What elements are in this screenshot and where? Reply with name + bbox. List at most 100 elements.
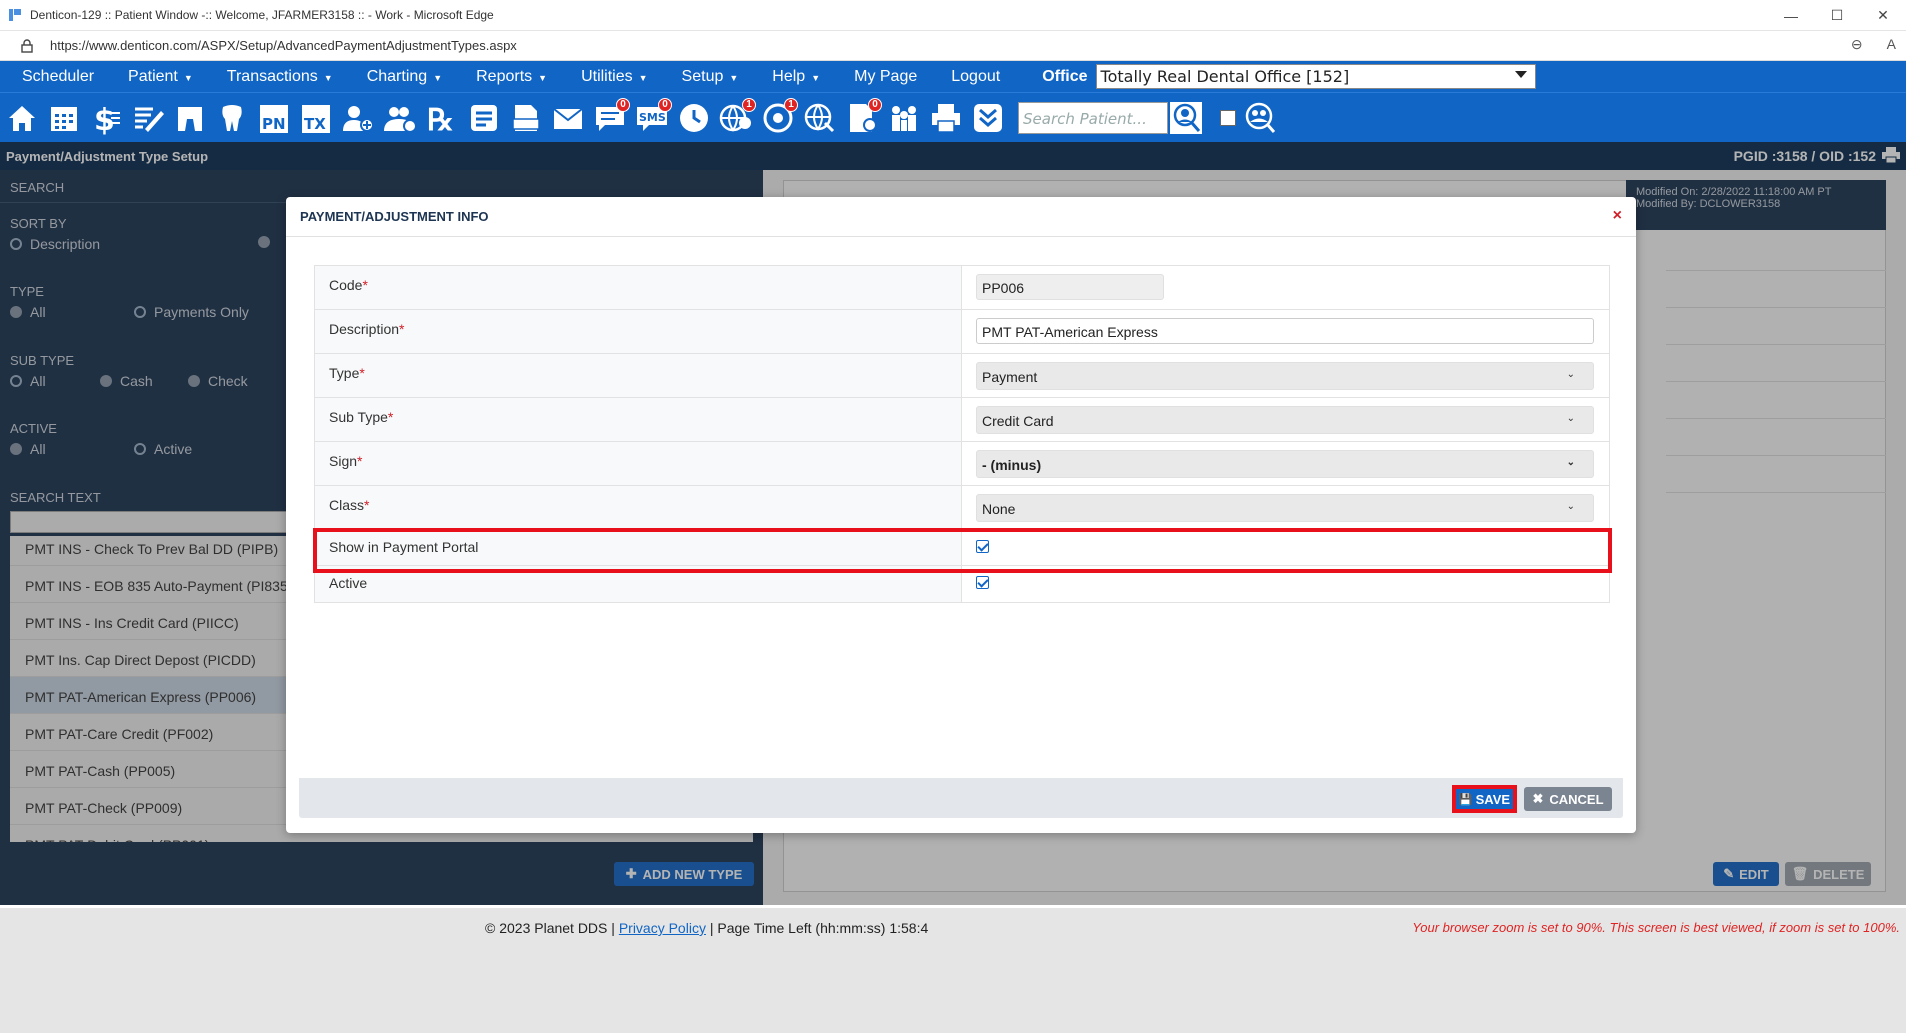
read-aloud-icon[interactable]: A — [1887, 36, 1896, 53]
type-label: Type — [329, 365, 360, 381]
prescription-icon[interactable]: ℞ — [424, 99, 460, 137]
payment-adjustment-modal: PAYMENT/ADJUSTMENT INFO × Code* PP006 De… — [286, 197, 1636, 833]
chevron-down-icon: ⌄ — [1566, 413, 1575, 424]
add-patient-icon[interactable] — [340, 99, 376, 137]
nav-setup[interactable]: Setup ▼ — [670, 68, 751, 86]
nav-reports[interactable]: Reports ▼ — [464, 68, 559, 86]
expand-icon[interactable] — [970, 99, 1006, 137]
caret-down-icon: ▼ — [538, 72, 548, 83]
modal-footer — [299, 778, 1623, 818]
sms-icon[interactable]: SMS 0 — [634, 97, 672, 137]
add-family-icon[interactable] — [382, 99, 418, 137]
cancel-button[interactable]: ✖ CANCEL — [1524, 787, 1612, 811]
class-label: Class — [329, 497, 365, 513]
dollar-icon[interactable]: $ — [88, 99, 124, 137]
globe-badge: 1 — [742, 97, 756, 112]
document-check-icon[interactable]: 0 — [844, 97, 882, 137]
caret-down-icon: ▼ — [729, 72, 739, 83]
nav-scheduler[interactable]: Scheduler — [10, 68, 106, 86]
family-icon[interactable] — [886, 99, 922, 137]
office-select[interactable]: Totally Real Dental Office [152] — [1095, 64, 1536, 89]
sign-select[interactable]: - (minus) ⌄ — [976, 450, 1594, 478]
chat-icon[interactable]: 0 — [592, 97, 630, 137]
doc-badge: 0 — [868, 97, 882, 112]
close-icon[interactable]: × — [1613, 207, 1622, 225]
subtype-label: Sub Type — [329, 409, 388, 425]
copyright-text: © 2023 Planet DDS | — [485, 920, 615, 936]
ledger-edit-icon[interactable] — [130, 99, 166, 137]
mail-icon[interactable] — [550, 99, 586, 137]
toolbar-checkbox[interactable] — [1220, 109, 1236, 126]
subtype-select[interactable]: Credit Card ⌄ — [976, 406, 1594, 434]
tooth-icon[interactable] — [214, 99, 250, 137]
window-title: Denticon-129 :: Patient Window -:: Welco… — [30, 8, 494, 22]
nav-transactions[interactable]: Transactions ▼ — [215, 68, 345, 86]
printer-icon[interactable] — [928, 99, 964, 137]
group-search-icon[interactable] — [1242, 99, 1278, 137]
nav-patient[interactable]: Patient ▼ — [116, 68, 205, 86]
web-icon[interactable] — [802, 99, 838, 137]
type-select[interactable]: Payment ⌄ — [976, 362, 1594, 390]
caret-down-icon: ▼ — [433, 72, 443, 83]
caret-down-icon: ▼ — [323, 72, 333, 83]
patient-search-input[interactable]: Search Patient... — [1018, 101, 1168, 134]
calendar-icon[interactable] — [46, 99, 82, 137]
active-checkbox[interactable] — [976, 576, 989, 589]
description-input[interactable]: PMT PAT-American Express — [976, 318, 1594, 344]
browser-title-bar: Denticon-129 :: Patient Window -:: Welco… — [0, 0, 1906, 31]
chat-badge: 0 — [616, 97, 630, 112]
highlight-annotation — [313, 528, 1612, 573]
treatment-icon[interactable]: TX — [298, 99, 334, 137]
home-icon[interactable] — [4, 99, 40, 137]
dropdown-arrow-icon — [1514, 71, 1527, 78]
tooth-chart-icon[interactable] — [172, 99, 208, 137]
document-icon[interactable] — [508, 99, 544, 137]
main-nav: Scheduler Patient ▼ Transactions ▼ Chartin… — [0, 61, 1906, 92]
clock-icon[interactable] — [676, 99, 712, 137]
office-label: Office — [1042, 67, 1088, 85]
window-controls: — ☐ ✕ — [1768, 0, 1906, 31]
nav-logout[interactable]: Logout — [939, 68, 1012, 86]
nav-utilities[interactable]: Utilities ▼ — [569, 68, 659, 86]
sign-label: Sign — [329, 453, 358, 469]
svg-text:PN: PN — [262, 115, 286, 133]
zoom-notice: Your browser zoom is set to 90%. This sc… — [1412, 920, 1900, 935]
code-field: PP006 — [976, 274, 1164, 300]
svg-text:℞: ℞ — [427, 103, 454, 135]
globe-user-icon[interactable]: 1 — [718, 97, 756, 137]
sms-badge: 0 — [658, 97, 672, 112]
browser-tab-icon — [9, 9, 21, 21]
close-x-icon: ✖ — [1532, 791, 1544, 806]
page-footer: © 2023 Planet DDS | Privacy Policy | Pag… — [0, 905, 1906, 1033]
progress-notes-icon[interactable]: PN — [256, 99, 292, 137]
save-button[interactable]: 💾 SAVE — [1452, 785, 1517, 813]
caret-down-icon: ▼ — [638, 72, 648, 83]
patient-search-icon[interactable] — [1168, 99, 1204, 137]
code-label: Code — [329, 277, 363, 293]
subtype-row: Sub Type* Credit Card ⌄ — [315, 398, 1609, 442]
code-row: Code* PP006 — [315, 266, 1609, 310]
url-field[interactable]: https://www.denticon.com/ASPX/Setup/Adva… — [50, 38, 517, 53]
icon-toolbar: $ PN TX ℞ 0 SMS 0 1 1 0 Search Patient... — [0, 92, 1906, 142]
nav-charting[interactable]: Charting ▼ — [355, 68, 454, 86]
svg-text:TX: TX — [304, 115, 326, 133]
maximize-icon[interactable]: ☐ — [1814, 0, 1860, 31]
time-left-text: | Page Time Left (hh:mm:ss) 1:58:4 — [709, 920, 929, 936]
zoom-icon[interactable]: ⊖ — [1851, 36, 1863, 53]
svg-text:SMS: SMS — [639, 111, 666, 124]
close-window-icon[interactable]: ✕ — [1860, 0, 1906, 31]
privacy-policy-link[interactable]: Privacy Policy — [619, 920, 706, 936]
class-select[interactable]: None ⌄ — [976, 494, 1594, 522]
nav-help[interactable]: Help ▼ — [760, 68, 832, 86]
nav-my-page[interactable]: My Page — [842, 68, 929, 86]
support-icon[interactable]: 1 — [760, 97, 798, 137]
chevron-down-icon: ⌄ — [1566, 369, 1575, 380]
active-label: Active — [329, 575, 368, 591]
class-row: Class* None ⌄ — [315, 486, 1609, 530]
notes-icon[interactable] — [466, 99, 502, 137]
minimize-icon[interactable]: — — [1768, 0, 1814, 31]
caret-down-icon: ▼ — [811, 72, 821, 83]
description-row: Description* PMT PAT-American Express — [315, 310, 1609, 354]
modal-title: PAYMENT/ADJUSTMENT INFO — [286, 197, 1636, 237]
chevron-down-icon: ⌄ — [1566, 457, 1575, 468]
